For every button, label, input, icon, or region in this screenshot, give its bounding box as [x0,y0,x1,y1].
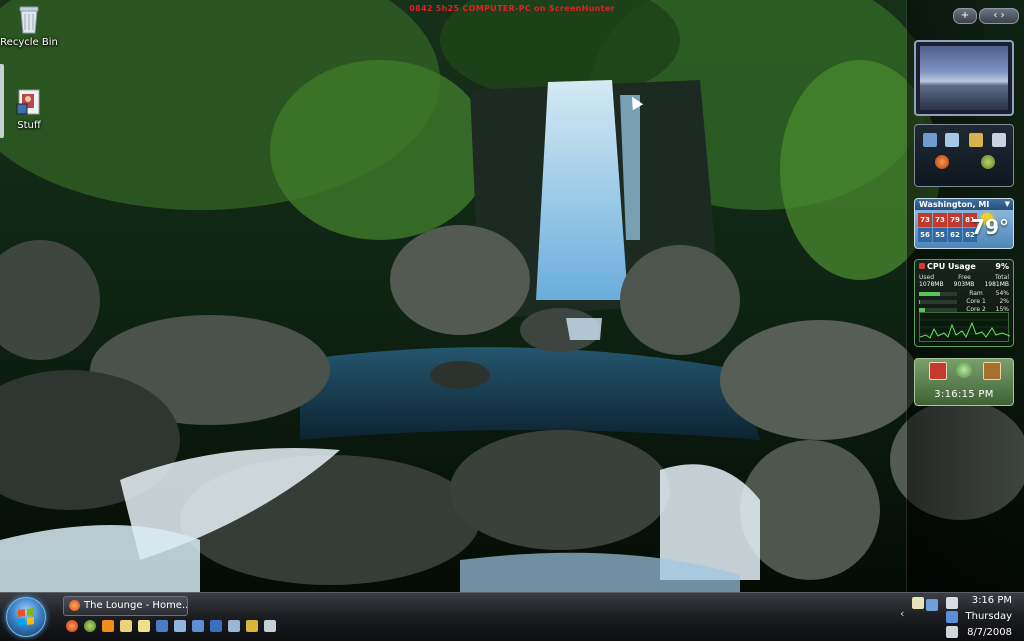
memory-columns: Used Free Total [919,274,1009,281]
usage-bar-fill [919,299,920,304]
taskbar: The Lounge - Home... ‹ 3:16 PM Thursday … [0,592,1024,641]
hand-icon[interactable] [912,597,924,609]
desktop-icon-stuff[interactable]: Stuff [0,86,61,131]
slideshow-gadget[interactable] [914,40,1014,116]
cpu-row-percent: 2% [999,298,1009,305]
memory-column-label: Free [958,274,971,281]
recording-banner: 0842 5h25 COMPUTER-PC on ScreenHunter [409,4,615,13]
gadget-nav-button[interactable]: ‹ › [979,8,1019,24]
lock-icon[interactable] [983,362,1001,380]
settings-icon[interactable] [264,620,276,632]
weather-gadget[interactable]: Washington, MI ▼ 73 73 79 81 56 55 62 62… [914,198,1014,249]
usage-bar [919,307,957,312]
folder-icon [13,86,45,118]
computer-icon[interactable] [923,133,937,147]
window-icon[interactable] [992,133,1006,147]
start-button[interactable] [6,597,46,637]
forecast-grid: 73 73 79 81 56 55 62 62 [918,213,977,242]
volume-icon[interactable] [946,626,958,638]
shutdown-icon[interactable] [929,362,947,380]
forecast-high: 79 [948,213,962,227]
security-icon[interactable] [946,611,958,623]
sleep-icon[interactable] [956,362,972,378]
network-icon[interactable] [926,599,938,611]
firefox-icon [69,600,80,611]
forecast-low: 62 [948,228,962,242]
display-icon[interactable] [192,620,204,632]
folder-icon[interactable] [969,133,983,147]
cpu-icon [919,263,925,269]
cpu-title: CPU Usage [927,262,976,271]
memory-value: 903MB [953,281,975,288]
forecast-high: 73 [918,213,932,227]
system-tray: ‹ 3:16 PM Thursday 8/7/2008 [900,593,1024,641]
memory-column-label: Used [919,274,935,281]
taskbar-window-button[interactable]: The Lounge - Home... [63,596,188,616]
vlc-icon[interactable] [102,620,114,632]
app-icon[interactable] [981,155,995,169]
current-temperature: 79° [971,215,1009,239]
clock-gadget: 3:16:15 PM [914,358,1014,406]
tray-time[interactable]: 3:16 PM [972,595,1012,606]
desktop-wallpaper [0,0,1024,592]
tray-date[interactable]: 8/7/2008 [967,627,1012,638]
app-icon[interactable] [84,620,96,632]
recycle-bin-icon [13,3,45,35]
add-gadget-button[interactable]: + [953,8,977,24]
app-launcher-gadget [914,124,1014,187]
documents-icon[interactable] [138,620,150,632]
gadget-clock-time: 3:16:15 PM [934,389,994,400]
cpu-history-graph [919,312,1011,342]
tray-day[interactable]: Thursday [966,611,1013,622]
cpu-row-label: Core 1 [966,298,986,305]
desktop-icon[interactable] [210,620,222,632]
firefox-icon[interactable] [935,155,949,169]
forecast-low: 55 [933,228,947,242]
memory-column-label: Total [994,274,1009,281]
paint-icon[interactable] [246,620,258,632]
taskbar-window-title: The Lounge - Home... [84,600,188,611]
desktop-icon-label: Recycle Bin [0,37,58,48]
usage-bar [919,291,957,296]
quick-launch [66,620,276,632]
cpu-row-label: Ram [969,290,983,297]
desktop-icon-recycle-bin[interactable]: Recycle Bin [0,3,61,48]
notes-icon[interactable] [120,620,132,632]
usage-bar-fill [919,307,925,312]
usage-bar-fill [919,291,940,296]
usage-bar [919,299,957,304]
memory-value: 1981MB [984,281,1009,288]
network-icon[interactable] [174,620,186,632]
slideshow-image [920,46,1008,110]
forecast-high: 73 [933,213,947,227]
chevron-left-icon[interactable]: ‹ [900,607,904,620]
cpu-row-ram: Ram 54% [919,290,1009,297]
memory-values: 1078MB 903MB 1981MB [919,281,1009,288]
forecast-low: 56 [918,228,932,242]
sidebar-controls: + ‹ › [953,8,1019,24]
media-icon[interactable] [228,620,240,632]
edge-tab[interactable] [0,64,4,138]
firefox-icon[interactable] [66,620,78,632]
cpu-row-percent: 54% [995,290,1009,297]
memory-value: 1078MB [919,281,944,288]
cpu-usage-gadget[interactable]: CPU Usage 9% Used Free Total 1078MB 903M… [914,259,1014,347]
windows-logo-icon [18,608,34,626]
chevron-down-icon[interactable]: ▼ [1005,199,1010,210]
network-icon[interactable] [945,133,959,147]
desktop-icon-label: Stuff [17,120,41,131]
computer-icon[interactable] [156,620,168,632]
weather-location: Washington, MI [915,199,1013,210]
usb-icon[interactable] [946,597,958,609]
cpu-header: CPU Usage 9% [919,262,1009,271]
cpu-percent: 9% [995,262,1009,271]
cpu-row-core1: Core 1 2% [919,298,1009,305]
